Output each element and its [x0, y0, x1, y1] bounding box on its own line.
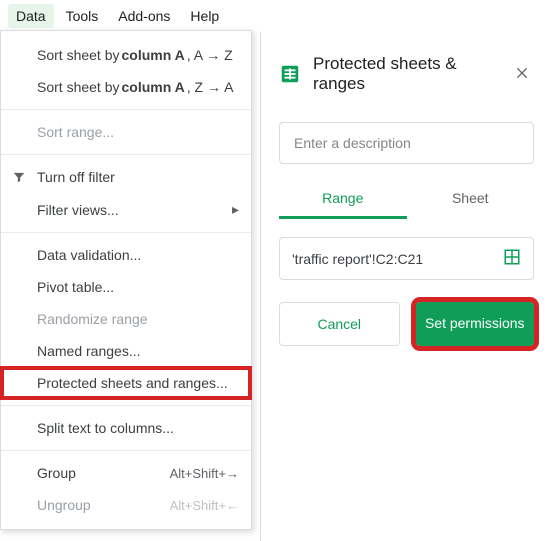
menu-named-ranges[interactable]: Named ranges... — [1, 335, 251, 367]
filter-icon — [11, 169, 27, 185]
label: Ungroup — [37, 497, 91, 513]
tabs: Range Sheet — [279, 180, 534, 219]
menu-turn-off-filter[interactable]: Turn off filter — [1, 161, 251, 193]
label: Group — [37, 465, 76, 481]
menu-group[interactable]: Group Alt+Shift+→ — [1, 457, 251, 489]
menu-data-validation[interactable]: Data validation... — [1, 239, 251, 271]
protected-ranges-panel: Protected sheets & ranges Range Sheet 't… — [260, 32, 552, 541]
menu-addons[interactable]: Add-ons — [110, 4, 178, 28]
label: Filter views... — [37, 202, 119, 218]
data-menu-dropdown: Sort sheet by column A , A → Z Sort shee… — [0, 30, 252, 530]
separator — [1, 154, 251, 155]
menu-filter-views[interactable]: Filter views... ▸ — [1, 193, 251, 226]
separator — [1, 405, 251, 406]
menu-protected-sheets[interactable]: Protected sheets and ranges... — [1, 367, 251, 399]
panel-header: Protected sheets & ranges — [279, 54, 534, 94]
label: Turn off filter — [37, 169, 115, 185]
menu-sort-range: Sort range... — [1, 116, 251, 148]
set-permissions-button[interactable]: Set permissions — [416, 302, 535, 346]
range-input[interactable]: 'traffic report'!C2:C21 — [279, 237, 534, 280]
separator — [1, 109, 251, 110]
separator — [1, 232, 251, 233]
menubar: Data Tools Add-ons Help — [0, 0, 558, 32]
button-row: Cancel Set permissions — [279, 302, 534, 346]
chevron-right-icon: ▸ — [232, 201, 239, 218]
menu-split-text[interactable]: Split text to columns... — [1, 412, 251, 444]
text: , A → Z — [187, 47, 233, 63]
menu-ungroup: Ungroup Alt+Shift+← — [1, 489, 251, 521]
description-input[interactable] — [279, 122, 534, 164]
separator — [1, 450, 251, 451]
menu-sort-az[interactable]: Sort sheet by column A , A → Z — [1, 39, 251, 71]
menu-help[interactable]: Help — [182, 4, 227, 28]
cancel-button[interactable]: Cancel — [279, 302, 400, 346]
menu-randomize-range: Randomize range — [1, 303, 251, 335]
tab-range[interactable]: Range — [279, 180, 407, 219]
range-value: 'traffic report'!C2:C21 — [292, 251, 503, 267]
menu-pivot-table[interactable]: Pivot table... — [1, 271, 251, 303]
text-bold: column A — [122, 79, 185, 95]
text-bold: column A — [122, 47, 185, 63]
sheets-icon — [279, 63, 301, 85]
shortcut: Alt+Shift+← — [170, 498, 239, 513]
panel-title: Protected sheets & ranges — [313, 54, 510, 94]
text: Sort sheet by — [37, 47, 120, 63]
menu-data[interactable]: Data — [8, 4, 54, 28]
menu-sort-za[interactable]: Sort sheet by column A , Z → A — [1, 71, 251, 103]
tab-sheet[interactable]: Sheet — [407, 180, 535, 219]
select-range-icon[interactable] — [503, 248, 521, 269]
shortcut: Alt+Shift+→ — [170, 466, 239, 481]
text: , Z → A — [187, 79, 234, 95]
close-icon[interactable] — [510, 61, 534, 88]
menu-tools[interactable]: Tools — [58, 4, 107, 28]
text: Sort sheet by — [37, 79, 120, 95]
